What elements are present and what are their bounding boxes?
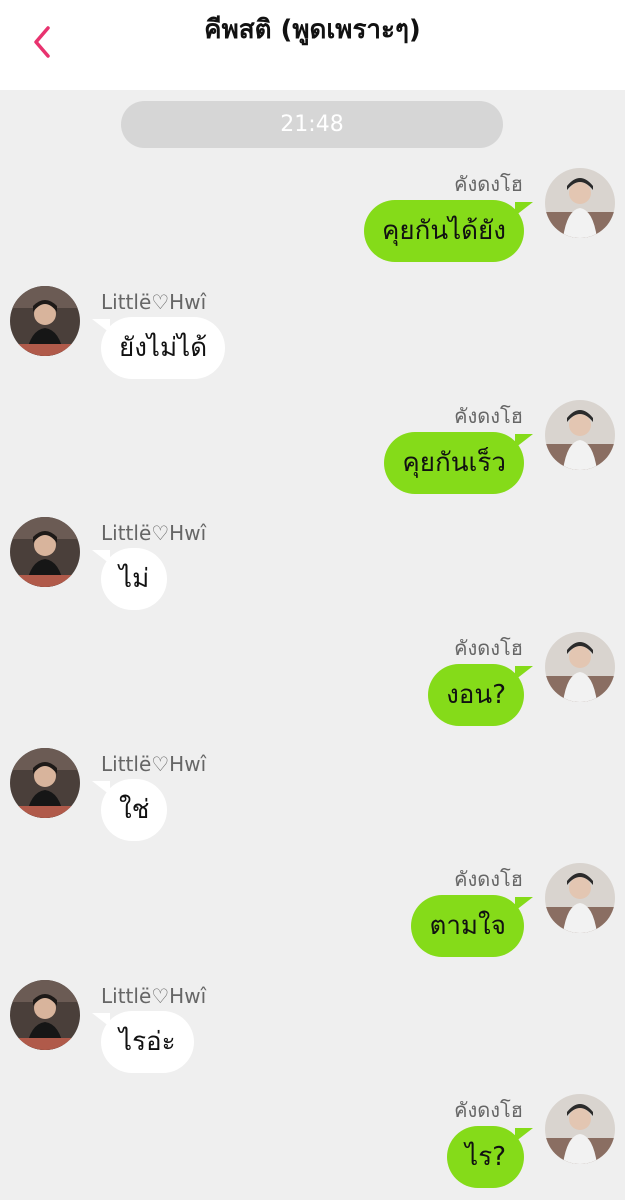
avatar[interactable]	[545, 863, 615, 933]
message-bubble[interactable]: ไรอ่ะ	[92, 1011, 194, 1073]
sender-name: คังดงโฮ	[454, 172, 523, 196]
user-avatar-icon	[10, 980, 80, 1050]
user-avatar-icon	[545, 168, 615, 238]
message-bubble[interactable]: ไม่	[91, 548, 168, 610]
message-bubble[interactable]: คุยกันได้ยัง	[363, 200, 534, 262]
avatar[interactable]	[545, 632, 615, 702]
message-bubble[interactable]: งอน?	[428, 664, 533, 726]
chat-title: คีพสติ (พูดเพราะๆ)	[204, 15, 421, 45]
user-avatar-icon	[545, 863, 615, 933]
avatar[interactable]	[545, 400, 615, 470]
sender-name: Littlë♡Hwî	[101, 752, 207, 776]
user-avatar-icon	[10, 517, 80, 587]
message-incoming: Littlë♡Hwî ไม่	[0, 517, 625, 617]
avatar[interactable]	[10, 517, 80, 587]
avatar[interactable]	[10, 748, 80, 818]
message-bubble[interactable]: ตามใจ	[411, 895, 533, 957]
sender-name: Littlë♡Hwî	[101, 984, 207, 1008]
message-incoming: Littlë♡Hwî ใช่	[0, 748, 625, 848]
user-avatar-icon	[545, 400, 615, 470]
avatar[interactable]	[545, 168, 615, 238]
message-outgoing: คังดงโฮ คุยกันเร็ว	[0, 400, 625, 500]
message-outgoing: คังดงโฮ ตามใจ	[0, 863, 625, 963]
user-avatar-icon	[10, 748, 80, 818]
sender-name: Littlë♡Hwî	[101, 521, 207, 545]
message-incoming: Littlë♡Hwî ไรอ่ะ	[0, 980, 625, 1080]
sender-name: คังดงโฮ	[454, 636, 523, 660]
avatar[interactable]	[545, 1094, 615, 1164]
message-outgoing: คังดงโฮ งอน?	[0, 632, 625, 732]
sender-name: คังดงโฮ	[454, 867, 523, 891]
message-bubble[interactable]: ยังไม่ได้	[91, 317, 226, 379]
chat-header: คีพสติ (พูดเพราะๆ)	[0, 0, 625, 90]
date-separator: 21:48	[121, 101, 503, 148]
sender-name: คังดงโฮ	[454, 1098, 523, 1122]
sender-name: Littlë♡Hwî	[101, 290, 207, 314]
user-avatar-icon	[545, 632, 615, 702]
user-avatar-icon	[545, 1094, 615, 1164]
message-bubble[interactable]: ไร?	[447, 1126, 533, 1188]
message-bubble[interactable]: ใช่	[91, 779, 168, 841]
user-avatar-icon	[10, 286, 80, 356]
avatar[interactable]	[10, 286, 80, 356]
message-bubble[interactable]: คุยกันเร็ว	[384, 432, 533, 494]
avatar[interactable]	[10, 980, 80, 1050]
sender-name: คังดงโฮ	[454, 404, 523, 428]
message-incoming: Littlë♡Hwî ยังไม่ได้	[0, 286, 625, 386]
message-outgoing: คังดงโฮ ไร?	[0, 1094, 625, 1194]
message-outgoing: คังดงโฮ คุยกันได้ยัง	[0, 168, 625, 268]
